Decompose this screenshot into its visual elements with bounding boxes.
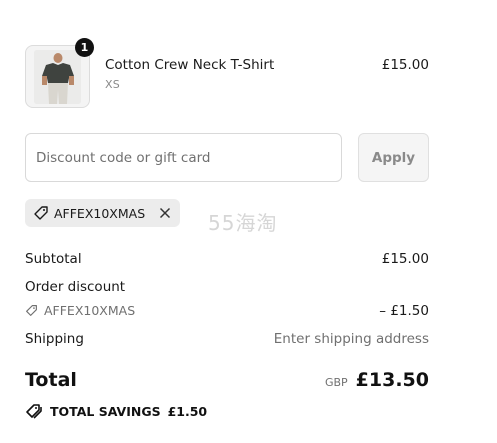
tags-icon xyxy=(25,403,43,419)
apply-button[interactable]: Apply xyxy=(358,133,429,182)
total-savings-label: TOTAL SAVINGS xyxy=(50,403,161,419)
product-name: Cotton Crew Neck T-Shirt xyxy=(105,57,275,73)
total-value-group: GBP £13.50 xyxy=(325,369,429,391)
close-icon[interactable] xyxy=(158,206,172,220)
applied-discount-chip: AFFEX10XMAS xyxy=(25,199,180,227)
total-label: Total xyxy=(25,369,77,391)
applied-discount-code: AFFEX10XMAS xyxy=(54,205,146,221)
product-price: £15.00 xyxy=(381,57,429,73)
quantity-badge: 1 xyxy=(75,38,94,57)
subtotal-value: £15.00 xyxy=(381,251,429,267)
total-savings: TOTAL SAVINGS £1.50 xyxy=(25,403,207,419)
tag-icon xyxy=(33,205,49,221)
order-discount-code-label: AFFEX10XMAS xyxy=(44,303,136,318)
watermark: 55海淘 xyxy=(208,211,278,235)
total-amount: £13.50 xyxy=(355,369,429,391)
discount-code-input[interactable] xyxy=(25,133,342,182)
tag-icon xyxy=(25,304,38,317)
currency-code: GBP xyxy=(324,376,348,389)
shipping-value: Enter shipping address xyxy=(273,331,429,347)
order-discount-code: AFFEX10XMAS xyxy=(25,303,135,318)
subtotal-label: Subtotal xyxy=(25,251,82,267)
shipping-label: Shipping xyxy=(25,331,84,347)
order-discount-value: – £1.50 xyxy=(379,303,429,319)
total-savings-value: £1.50 xyxy=(167,403,208,419)
product-image xyxy=(34,50,81,104)
product-variant: XS xyxy=(105,78,120,91)
order-discount-label: Order discount xyxy=(25,279,126,295)
